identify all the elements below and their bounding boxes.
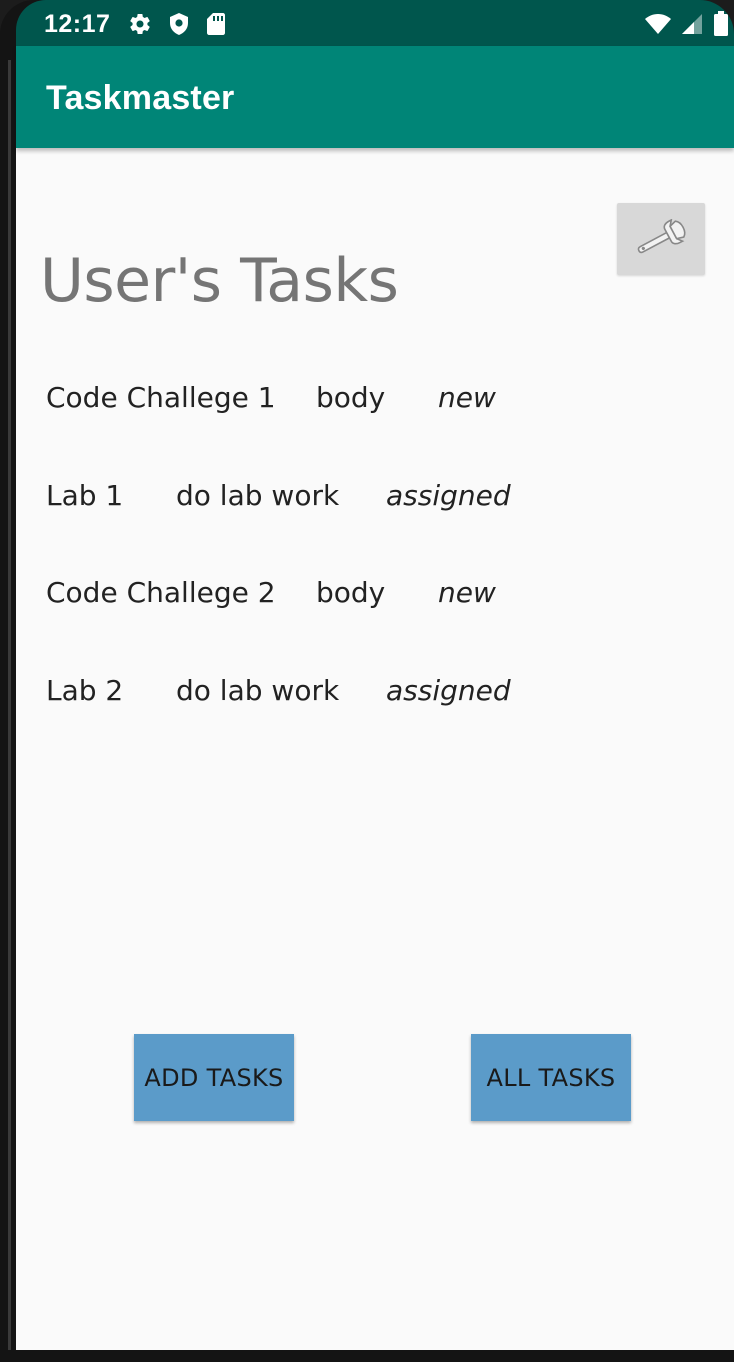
page-title: User's Tasks <box>40 246 399 316</box>
status-bar: 12:17 <box>16 0 734 46</box>
task-body: do lab work <box>176 479 340 512</box>
status-icons-left <box>128 11 226 37</box>
battery-icon <box>712 11 730 37</box>
bottom-bezel <box>0 1350 734 1362</box>
main-content: User's Tasks Code Challege 1 body new La… <box>16 148 734 1350</box>
phone-frame: 12:17 Taskmaster User's Tasks Code Chall… <box>0 0 734 1362</box>
sd-card-icon <box>206 12 226 36</box>
wifi-icon <box>644 12 672 36</box>
add-tasks-button[interactable]: ADD TASKS <box>134 1034 294 1121</box>
cell-signal-icon <box>680 12 704 36</box>
task-state: new <box>438 381 496 414</box>
settings-button[interactable] <box>617 203 705 275</box>
all-tasks-button[interactable]: ALL TASKS <box>471 1034 631 1121</box>
task-state: assigned <box>386 479 511 512</box>
task-body: do lab work <box>176 674 340 707</box>
wrench-icon <box>633 219 689 259</box>
task-title: Lab 2 <box>46 674 124 707</box>
task-body: body <box>316 576 386 609</box>
status-time: 12:17 <box>44 10 111 38</box>
task-state: new <box>438 576 496 609</box>
task-state: assigned <box>386 674 511 707</box>
bezel <box>8 60 11 1350</box>
task-body: body <box>316 381 386 414</box>
app-bar: Taskmaster <box>16 46 734 148</box>
task-title: Lab 1 <box>46 479 124 512</box>
task-title: Code Challege 2 <box>46 576 276 609</box>
app-title: Taskmaster <box>46 79 235 117</box>
shield-icon <box>168 12 190 36</box>
status-icons-right <box>644 11 730 37</box>
gear-icon <box>128 12 152 36</box>
task-title: Code Challege 1 <box>46 381 276 414</box>
